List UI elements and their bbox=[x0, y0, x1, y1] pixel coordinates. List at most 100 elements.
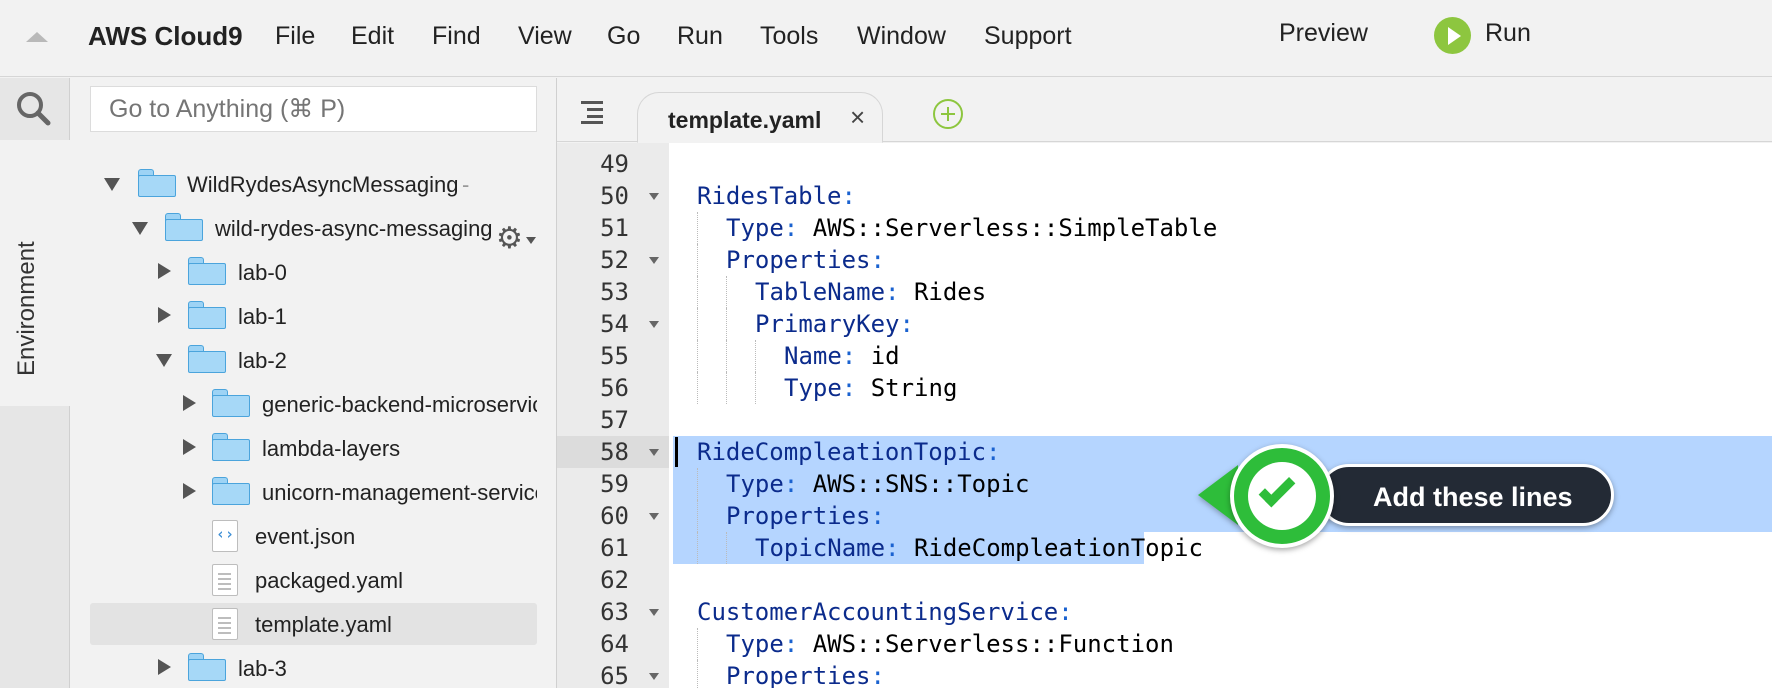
code-editor[interactable]: 49 50 51 52 53 54 55 56 57 58 59 60 61 62 63 64 65 Rides… bbox=[557, 143, 1772, 688]
code-line[interactable]: Name: id bbox=[784, 340, 900, 372]
gutter-line[interactable]: 54 bbox=[557, 308, 669, 340]
tabs-list-icon[interactable] bbox=[577, 101, 605, 124]
menu-edit[interactable]: Edit bbox=[351, 22, 394, 51]
tree-item-root[interactable]: WildRydesAsyncMessaging - bbox=[90, 165, 537, 203]
close-icon[interactable]: × bbox=[850, 102, 865, 133]
tree-item-folder[interactable]: lab-0 bbox=[90, 253, 537, 291]
annotation-callout: Add these lines bbox=[1198, 440, 1618, 552]
tree-item-file[interactable]: packaged.yaml bbox=[90, 561, 537, 599]
menu-find[interactable]: Find bbox=[432, 22, 481, 51]
code-line[interactable]: Properties: bbox=[726, 500, 885, 532]
gutter-line[interactable]: 59 bbox=[557, 468, 669, 500]
preview-button[interactable]: Preview bbox=[1279, 19, 1368, 48]
yaml-colon: : bbox=[899, 310, 914, 338]
yaml-colon: : bbox=[870, 246, 885, 274]
gutter-line[interactable]: 51 bbox=[557, 212, 669, 244]
code-line[interactable]: Type: AWS::SNS::Topic bbox=[726, 468, 1029, 500]
gutter-line[interactable]: 58 bbox=[557, 436, 669, 468]
tree-item-folder[interactable]: lab-2 bbox=[90, 341, 537, 379]
collapse-arrow-icon[interactable] bbox=[158, 263, 171, 279]
gutter-line[interactable]: 65 bbox=[557, 660, 669, 688]
tree-item-folder[interactable]: lab-3 bbox=[90, 649, 537, 687]
tree-item-label: WildRydesAsyncMessaging bbox=[187, 172, 459, 197]
tree-item-file[interactable]: ‹› event.json bbox=[90, 517, 537, 555]
collapse-arrow-icon[interactable] bbox=[183, 395, 196, 411]
gutter-line[interactable]: 52 bbox=[557, 244, 669, 276]
expand-arrow-icon[interactable] bbox=[132, 222, 148, 235]
yaml-key: Type bbox=[726, 630, 784, 658]
collapse-menu-icon[interactable] bbox=[26, 32, 48, 42]
run-button[interactable]: Run bbox=[1485, 19, 1531, 48]
fold-arrow-icon[interactable] bbox=[649, 193, 659, 200]
gutter-line[interactable]: 60 bbox=[557, 500, 669, 532]
tree-item-label: template.yaml bbox=[255, 612, 392, 637]
run-play-icon[interactable] bbox=[1434, 17, 1471, 54]
add-tab-icon[interactable] bbox=[933, 99, 963, 129]
gutter-line[interactable]: 49 bbox=[557, 148, 669, 180]
gutter-line[interactable]: 62 bbox=[557, 564, 669, 596]
collapse-arrow-icon[interactable] bbox=[158, 307, 171, 323]
tree-item-folder[interactable]: lab-1 bbox=[90, 297, 537, 335]
menu-support[interactable]: Support bbox=[984, 22, 1072, 51]
folder-icon bbox=[165, 213, 203, 241]
code-line[interactable]: Properties: bbox=[726, 244, 885, 276]
code-line[interactable]: Type: AWS::Serverless::Function bbox=[726, 628, 1174, 660]
menu-view[interactable]: View bbox=[518, 22, 572, 51]
tree-item-folder[interactable]: wild-rydes-async-messaging bbox=[90, 209, 537, 247]
indent-guide bbox=[726, 532, 727, 564]
yaml-key: TableName bbox=[755, 278, 886, 306]
code-line[interactable]: Type: AWS::Serverless::SimpleTable bbox=[726, 212, 1217, 244]
fold-arrow-icon[interactable] bbox=[649, 321, 659, 328]
menu-window[interactable]: Window bbox=[857, 22, 946, 51]
search-panel-toggle[interactable] bbox=[0, 78, 70, 140]
collapse-arrow-icon[interactable] bbox=[158, 659, 171, 675]
yaml-colon: : bbox=[783, 214, 799, 242]
code-line[interactable]: Type: String bbox=[784, 372, 957, 404]
fold-arrow-icon[interactable] bbox=[649, 673, 659, 680]
line-number: 58 bbox=[600, 438, 629, 466]
indent-guide bbox=[697, 276, 698, 308]
app-brand[interactable]: AWS Cloud9 bbox=[88, 21, 243, 52]
gutter-line[interactable]: 55 bbox=[557, 340, 669, 372]
tree-item-file-selected[interactable]: template.yaml bbox=[90, 603, 537, 645]
gutter-line[interactable]: 50 bbox=[557, 180, 669, 212]
collapse-arrow-icon[interactable] bbox=[183, 439, 196, 455]
tab-template-yaml[interactable]: template.yaml × bbox=[637, 92, 883, 143]
menu-file[interactable]: File bbox=[275, 22, 315, 51]
code-line[interactable]: TopicName: RideCompleationTopic bbox=[755, 532, 1203, 564]
code-line[interactable]: TableName: Rides bbox=[755, 276, 986, 308]
yaml-value: AWS::Serverless::SimpleTable bbox=[798, 214, 1218, 242]
menu-run[interactable]: Run bbox=[677, 22, 723, 51]
expand-arrow-icon[interactable] bbox=[156, 354, 172, 367]
environment-tab[interactable]: Environment bbox=[0, 140, 70, 406]
gutter-line[interactable]: 57 bbox=[557, 404, 669, 436]
fold-arrow-icon[interactable] bbox=[649, 609, 659, 616]
fold-arrow-icon[interactable] bbox=[649, 513, 659, 520]
yaml-value: Rides bbox=[899, 278, 987, 306]
gutter-line[interactable]: 64 bbox=[557, 628, 669, 660]
gutter-line[interactable]: 61 bbox=[557, 532, 669, 564]
fold-arrow-icon[interactable] bbox=[649, 449, 659, 456]
code-line[interactable]: PrimaryKey: bbox=[755, 308, 914, 340]
gutter-line[interactable]: 53 bbox=[557, 276, 669, 308]
gutter-line[interactable]: 63 bbox=[557, 596, 669, 628]
fold-arrow-icon[interactable] bbox=[649, 257, 659, 264]
gutter-line[interactable]: 56 bbox=[557, 372, 669, 404]
code-line[interactable]: RidesTable: bbox=[697, 180, 856, 212]
tree-item-folder[interactable]: generic-backend-microservice bbox=[90, 385, 537, 423]
line-number: 64 bbox=[600, 630, 629, 658]
tree-item-folder[interactable]: unicorn-management-service bbox=[90, 473, 537, 511]
yaml-key: Properties bbox=[726, 246, 871, 274]
tree-item-folder[interactable]: lambda-layers bbox=[90, 429, 537, 467]
yaml-key: RidesTable bbox=[697, 182, 842, 210]
menu-go[interactable]: Go bbox=[607, 22, 640, 51]
menu-tools[interactable]: Tools bbox=[760, 22, 818, 51]
code-line[interactable]: CustomerAccountingService: bbox=[697, 596, 1073, 628]
collapse-arrow-icon[interactable] bbox=[183, 483, 196, 499]
go-to-anything-input[interactable] bbox=[90, 86, 537, 132]
tree-item-label: packaged.yaml bbox=[255, 568, 403, 593]
code-line[interactable]: RideCompleationTopic: bbox=[697, 436, 1000, 468]
expand-arrow-icon[interactable] bbox=[104, 178, 120, 191]
indent-guide bbox=[697, 500, 698, 532]
code-line[interactable]: Properties: bbox=[726, 660, 885, 688]
